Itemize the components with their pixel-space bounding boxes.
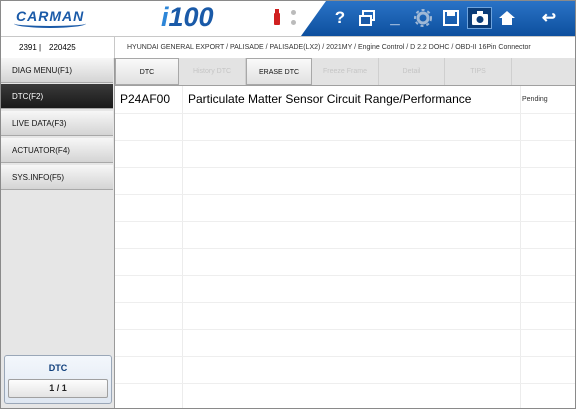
- carman-logo: CARMAN: [14, 8, 86, 28]
- sidebar-item-dtc[interactable]: DTC(F2): [1, 84, 113, 109]
- tab-history-dtc: History DTC: [179, 58, 246, 85]
- help-icon[interactable]: ?: [329, 7, 351, 29]
- camera-icon[interactable]: [467, 7, 492, 29]
- vehicle-path: HYUNDAI GENERAL EXPORT / PALISADE / PALI…: [127, 44, 531, 51]
- dtc-table: P24AF00 Particulate Matter Sensor Circui…: [115, 86, 575, 408]
- window-icon[interactable]: [356, 7, 378, 29]
- table-row: [115, 167, 575, 195]
- tab-detail: Detail: [379, 58, 445, 85]
- product-logo: i100: [161, 2, 214, 32]
- table-row[interactable]: P24AF00 Particulate Matter Sensor Circui…: [115, 86, 575, 114]
- sidebar-item-actuator[interactable]: ACTUATOR(F4): [1, 138, 113, 163]
- table-row: [115, 221, 575, 249]
- settings-icon[interactable]: [412, 7, 434, 29]
- table-row: [115, 248, 575, 276]
- sidebar-item-sys-info[interactable]: SYS.INFO(F5): [1, 165, 113, 190]
- usb-icon: [272, 9, 282, 27]
- dtc-status: Pending: [522, 96, 548, 103]
- back-icon[interactable]: ↩: [538, 7, 560, 29]
- table-row: [115, 302, 575, 330]
- tab-tips: TIPS: [445, 58, 512, 85]
- dtc-description: Particulate Matter Sensor Circuit Range/…: [188, 92, 472, 106]
- code-separator: |: [39, 43, 42, 52]
- vehicle-codes: 2391 | 220425: [1, 37, 115, 58]
- sidebar-item-diag-menu[interactable]: DIAG MENU(F1): [1, 58, 113, 83]
- dtc-tab-bar: DTC History DTC ERASE DTC Freeze Frame D…: [115, 58, 575, 86]
- vehicle-info-bar: 2391 | 220425 HYUNDAI GENERAL EXPORT / P…: [1, 36, 575, 59]
- sidebar: DIAG MENU(F1) DTC(F2) LIVE DATA(F3) ACTU…: [1, 58, 115, 408]
- dtc-code: P24AF00: [120, 92, 171, 106]
- app-window: CARMAN i100 ? _ ↩ 2391 | 220425 HYUNDAI …: [0, 0, 576, 409]
- home-icon[interactable]: [496, 7, 518, 29]
- dtc-counter-title: DTC: [48, 363, 68, 373]
- table-row: [115, 194, 575, 222]
- table-row: [115, 329, 575, 357]
- table-row: [115, 356, 575, 384]
- tab-freeze-frame: Freeze Frame: [312, 58, 379, 85]
- save-icon[interactable]: [440, 7, 462, 29]
- tab-dtc[interactable]: DTC: [115, 58, 179, 85]
- table-row: [115, 275, 575, 303]
- tab-erase-dtc[interactable]: ERASE DTC: [246, 58, 312, 85]
- dtc-counter-panel: DTC 1 / 1: [4, 355, 112, 404]
- dtc-counter-value: 1 / 1: [8, 379, 108, 398]
- vehicle-code-2: 220425: [49, 43, 76, 52]
- table-row: [115, 383, 575, 408]
- sidebar-item-live-data[interactable]: LIVE DATA(F3): [1, 111, 113, 136]
- table-row: [115, 140, 575, 168]
- title-bar: CARMAN i100 ? _ ↩: [1, 1, 575, 36]
- minimize-icon[interactable]: _: [384, 7, 406, 29]
- table-row: [115, 113, 575, 141]
- vehicle-code-1: 2391: [19, 43, 37, 52]
